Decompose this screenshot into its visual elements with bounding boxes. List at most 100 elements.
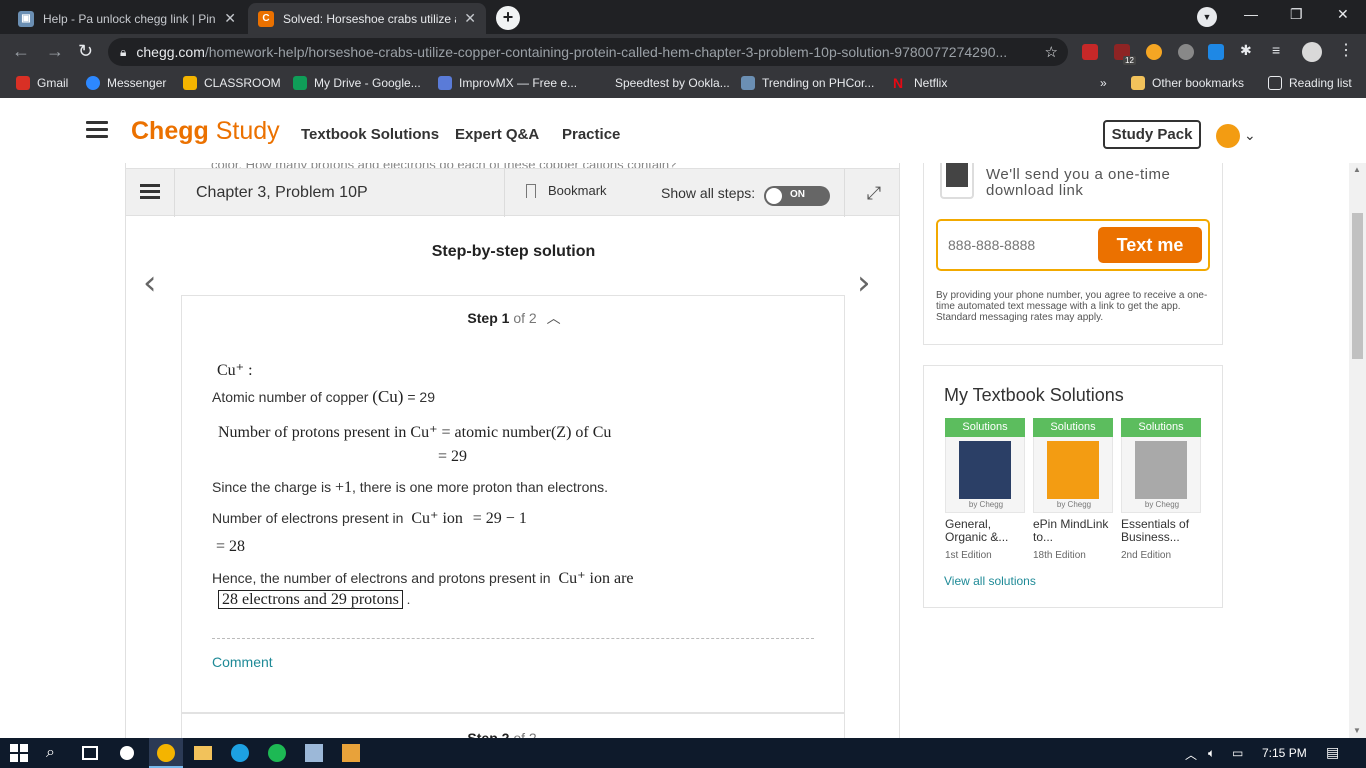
nav-practice[interactable]: Practice (562, 126, 620, 143)
clock-time[interactable]: 7:15 PM (1262, 746, 1307, 760)
extension-icon[interactable] (1082, 44, 1098, 60)
search-icon[interactable]: ⌕ (46, 744, 64, 762)
expand-icon[interactable]: ⤢ (864, 183, 884, 203)
bookmark-star-icon[interactable]: ☆ (1045, 43, 1058, 61)
sms-disclaimer: By providing your phone number, you agre… (936, 290, 1208, 323)
url-path: /homework-help/horseshoe-crabs-utilize-c… (204, 44, 1008, 60)
get-app-box: We'll send you a one-time download link … (923, 163, 1223, 345)
windows-start-icon[interactable] (10, 744, 28, 762)
comment-link[interactable]: Comment (212, 654, 273, 670)
next-arrow-icon[interactable]: › (857, 263, 871, 303)
close-icon[interactable]: ✕ (464, 10, 476, 27)
show-all-steps-label: Show all steps: (661, 185, 756, 201)
task-view-icon[interactable] (82, 746, 98, 760)
window-close-icon[interactable]: ✕ (1337, 6, 1349, 23)
tab-help-unlock[interactable]: ▣ Help - Pa unlock chegg link | Pin ✕ (8, 3, 246, 34)
bookmark-phcorner[interactable]: Trending on PHCor... (741, 76, 874, 90)
page-scrollbar[interactable]: ▲ ▼ (1349, 163, 1366, 738)
electrons-line: Number of electrons present in Cu⁺ ion =… (212, 510, 527, 527)
phone-icon (940, 163, 974, 199)
lock-icon: 🔒︎ (120, 44, 127, 59)
tab-chegg-solution[interactable]: C Solved: Horseshoe crabs utilize a ✕ (248, 3, 486, 34)
toggle-state: ON (790, 189, 805, 200)
bookmark-button[interactable]: Bookmark (526, 183, 607, 198)
gmail-icon (16, 76, 30, 90)
browser-tab-bar: ▣ Help - Pa unlock chegg link | Pin ✕ C … (0, 0, 1366, 34)
hamburger-menu-icon[interactable] (86, 121, 108, 139)
bookmarks-bar: Gmail Messenger CLASSROOM My Drive - Goo… (0, 70, 1366, 98)
scroll-down-icon[interactable]: ▼ (1353, 726, 1361, 735)
previous-arrow-icon[interactable]: ‹ (143, 263, 157, 303)
chevron-down-icon[interactable]: ⌄ (1244, 127, 1256, 144)
other-bookmarks[interactable]: Other bookmarks (1131, 76, 1244, 90)
phone-form: Text me (936, 219, 1210, 271)
profile-avatar[interactable] (1302, 42, 1322, 62)
bookmark-icon (526, 183, 536, 198)
scroll-up-icon[interactable]: ▲ (1353, 165, 1361, 174)
improvmx-icon (438, 76, 452, 90)
final-answer: 28 electrons and 29 protons. (218, 590, 410, 609)
address-bar[interactable]: 🔒︎ chegg.com /homework-help/horseshoe-cr… (108, 38, 1068, 66)
back-icon[interactable]: ← (12, 41, 30, 62)
text-me-button[interactable]: Text me (1098, 227, 1202, 263)
close-icon[interactable]: ✕ (224, 10, 236, 27)
step-1-card: Step 1 of 2 ︿ Cu⁺ : Atomic number of cop… (181, 295, 845, 713)
view-all-solutions-link[interactable]: View all solutions (944, 574, 1036, 588)
tray-chevron-icon[interactable]: ︿ (1185, 746, 1197, 763)
show-all-steps-toggle[interactable]: ON (764, 186, 830, 206)
extension-icon[interactable] (1208, 44, 1224, 60)
reload-icon[interactable]: ↻ (78, 41, 93, 62)
bookmark-drive[interactable]: My Drive - Google... (293, 76, 421, 90)
extension-badge: 12 (1123, 56, 1136, 65)
notifications-icon[interactable]: ▤ (1326, 744, 1339, 761)
new-tab-button[interactable]: + (496, 6, 520, 30)
folder-icon (1131, 76, 1145, 90)
extension-icon[interactable] (1146, 44, 1162, 60)
cube-icon: ▣ (18, 10, 34, 27)
restore-icon[interactable]: ❐ (1290, 6, 1303, 23)
reading-list[interactable]: Reading list (1268, 76, 1352, 90)
app-icon[interactable] (342, 744, 360, 762)
obs-icon[interactable] (120, 746, 134, 760)
phone-input[interactable] (948, 233, 1088, 257)
nav-textbook-solutions[interactable]: Textbook Solutions (301, 126, 439, 143)
menu-kebab-icon[interactable]: ⋮ (1338, 40, 1354, 59)
network-icon[interactable]: ▭ (1232, 746, 1243, 760)
user-avatar[interactable] (1216, 124, 1240, 148)
forward-icon[interactable]: → (46, 41, 64, 62)
book-card[interactable]: Solutions by Chegg Essentials of Busines… (1121, 418, 1201, 561)
chegg-study-logo[interactable]: Chegg Study (131, 117, 280, 146)
edge-icon[interactable] (231, 744, 249, 762)
bookmark-messenger[interactable]: Messenger (86, 76, 166, 90)
problem-bar: Chapter 3, Problem 10P Bookmark Show all… (126, 168, 899, 217)
list-icon[interactable] (140, 184, 160, 200)
netflix-icon: N (893, 75, 904, 91)
reading-list-icon (1268, 76, 1282, 90)
spotify-icon[interactable] (268, 744, 286, 762)
book-cover: by Chegg (945, 437, 1025, 513)
book-card[interactable]: Solutions by Chegg General, Organic &...… (945, 418, 1025, 561)
minimize-icon[interactable]: — (1244, 6, 1258, 22)
file-explorer-icon[interactable] (194, 746, 212, 760)
book-title: ePin MindLink to... (1033, 517, 1109, 544)
bookmark-netflix[interactable]: N Netflix (893, 76, 947, 90)
tab-search-icon[interactable]: ▼ (1197, 7, 1217, 27)
bookmarks-overflow[interactable]: » (1100, 76, 1107, 90)
bookmark-improvmx[interactable]: ImprovMX — Free e... (438, 76, 577, 90)
study-pack-button[interactable]: Study Pack (1103, 120, 1201, 149)
extension-icon[interactable] (1178, 44, 1194, 60)
step-1-header[interactable]: Step 1 of 2 ︿ (182, 308, 846, 328)
media-icon[interactable]: ≡ (1272, 42, 1288, 58)
puzzle-icon[interactable]: ✱ (1240, 42, 1256, 58)
nav-expert-qa[interactable]: Expert Q&A (455, 126, 539, 143)
speaker-icon[interactable]: 🔈︎ (1208, 746, 1215, 761)
scroll-thumb[interactable] (1352, 213, 1363, 359)
chrome-taskbar-button[interactable] (149, 738, 183, 768)
my-textbook-solutions: My Textbook Solutions Solutions by Chegg… (923, 365, 1223, 608)
app-icon[interactable] (305, 744, 323, 762)
hence-line: Hence, the number of electrons and proto… (212, 570, 634, 587)
bookmark-classroom[interactable]: CLASSROOM (183, 76, 281, 90)
bookmark-speedtest[interactable]: Speedtest by Ookla... (615, 76, 730, 90)
book-card[interactable]: Solutions by Chegg ePin MindLink to... 1… (1033, 418, 1113, 561)
bookmark-gmail[interactable]: Gmail (16, 76, 68, 90)
